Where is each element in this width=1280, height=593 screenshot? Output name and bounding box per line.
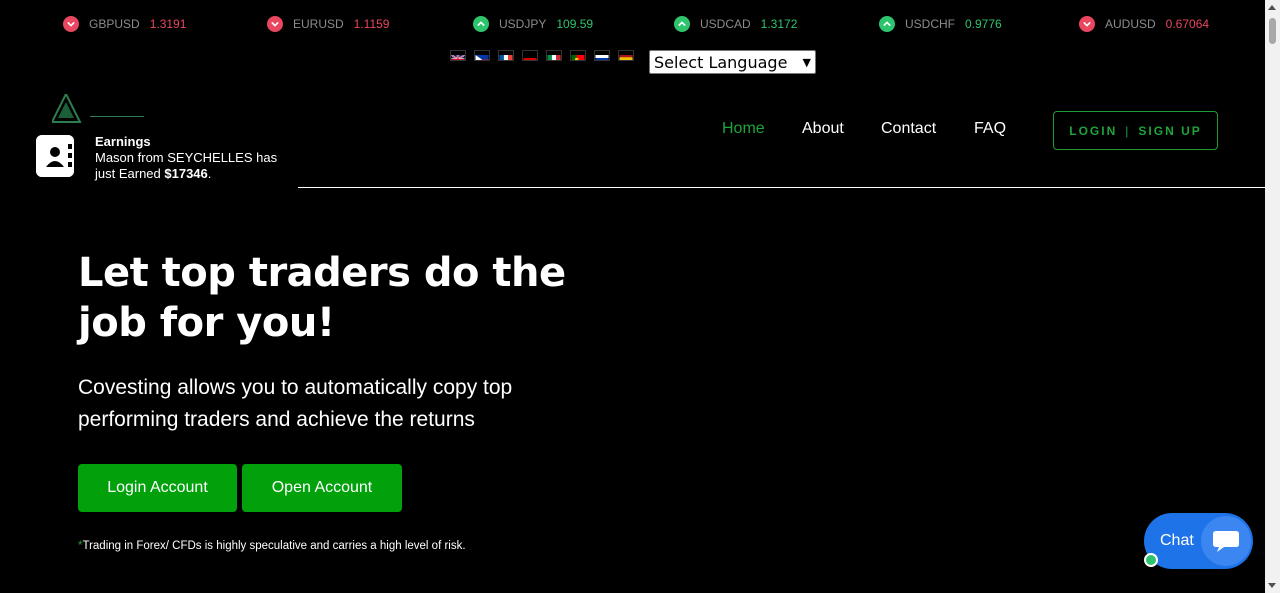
german-flag-icon[interactable] (522, 50, 538, 61)
spanish-flag-icon[interactable] (618, 50, 634, 61)
ticker-price: 1.3191 (149, 17, 187, 31)
chat-label: Chat (1160, 532, 1194, 549)
ticker-symbol: GBPUSD (89, 17, 140, 31)
notification-suffix: . (207, 165, 212, 181)
nav-faq[interactable]: FAQ (974, 120, 1006, 138)
disclaimer-text: Trading in Forex/ CFDs is highly specula… (82, 540, 466, 552)
arrow-down-icon (1079, 16, 1095, 32)
scrollbar-thumb[interactable] (1269, 18, 1276, 44)
arrow-up-icon (473, 16, 489, 32)
price-ticker: GBPUSD 1.3191 EURUSD 1.1159 USDJPY 109.5… (0, 12, 1265, 36)
ticker-price: 1.1159 (353, 17, 390, 31)
arrow-down-icon (63, 16, 79, 32)
ticker-item: USDCHF 0.9776 (879, 12, 1002, 36)
russian-flag-icon[interactable] (594, 50, 610, 61)
arrow-up-icon (674, 16, 690, 32)
scroll-up-arrow-icon[interactable] (1268, 5, 1276, 10)
chat-widget-button[interactable]: Chat (1144, 513, 1253, 569)
french-flag-icon[interactable] (498, 50, 514, 61)
signup-link[interactable]: SIGN UP (1138, 124, 1201, 138)
notification-amount: $17346 (164, 165, 208, 181)
site-logo[interactable] (50, 91, 162, 124)
ticker-symbol: USDCAD (700, 17, 751, 31)
notification-title: Earnings (95, 134, 151, 149)
arrow-down-icon (267, 16, 283, 32)
hero-subtitle: Covesting allows you to automatically co… (78, 376, 513, 431)
login-signup-box: LOGIN | SIGN UP (1053, 111, 1218, 150)
ticker-price: 0.9776 (965, 17, 1002, 31)
header-divider (298, 187, 1265, 188)
notification-message: Mason from SEYCHELLES has just Earned $1… (95, 150, 295, 181)
hero-title-start: Let top (78, 250, 249, 296)
nav-home[interactable]: Home (722, 120, 765, 138)
portuguese-flag-icon[interactable] (570, 50, 586, 61)
nav-contact[interactable]: Contact (881, 120, 936, 138)
ticker-symbol: AUDUSD (1105, 17, 1156, 31)
ticker-item: EURUSD 1.1159 (267, 12, 389, 36)
ticker-item: AUDUSD 0.67064 (1079, 12, 1209, 36)
nav-about[interactable]: About (802, 120, 844, 138)
filipino-flag-icon[interactable] (474, 50, 490, 61)
hero-title: Let top traders do the job for you! (78, 248, 598, 348)
ticker-symbol: USDJPY (499, 17, 547, 31)
ticker-item: GBPUSD 1.3191 (63, 12, 186, 36)
login-link[interactable]: LOGIN (1069, 124, 1117, 138)
language-flags (450, 50, 634, 61)
ticker-item: USDJPY 109.59 (473, 12, 593, 36)
chat-bubble-icon (1201, 516, 1251, 566)
italian-flag-icon[interactable] (546, 50, 562, 61)
page-scrollbar[interactable] (1265, 0, 1280, 593)
ticker-item: USDCAD 1.3172 (674, 12, 797, 36)
earnings-notification: Earnings Mason from SEYCHELLES has just … (10, 125, 300, 187)
arrow-up-icon (879, 16, 895, 32)
online-status-dot (1144, 553, 1158, 567)
ticker-price: 1.3172 (760, 17, 798, 31)
english-flag-icon[interactable] (450, 50, 466, 61)
ticker-symbol: EURUSD (293, 17, 344, 31)
language-select[interactable]: Select Language ▼ (649, 50, 816, 74)
ticker-symbol: USDCHF (905, 17, 955, 31)
hero-title-highlight: traders (248, 250, 411, 296)
chevron-down-icon: ▼ (802, 55, 811, 69)
open-account-button[interactable]: Open Account (242, 464, 402, 512)
risk-disclaimer: *Trading in Forex/ CFDs is highly specul… (78, 540, 466, 552)
ticker-price: 0.67064 (1165, 17, 1210, 31)
contact-book-icon (36, 135, 74, 177)
language-select-value: Select Language (654, 52, 788, 72)
separator: | (1125, 123, 1131, 138)
scroll-down-arrow-icon[interactable] (1268, 583, 1276, 588)
login-account-button[interactable]: Login Account (78, 464, 237, 512)
ticker-price: 109.59 (556, 17, 594, 31)
